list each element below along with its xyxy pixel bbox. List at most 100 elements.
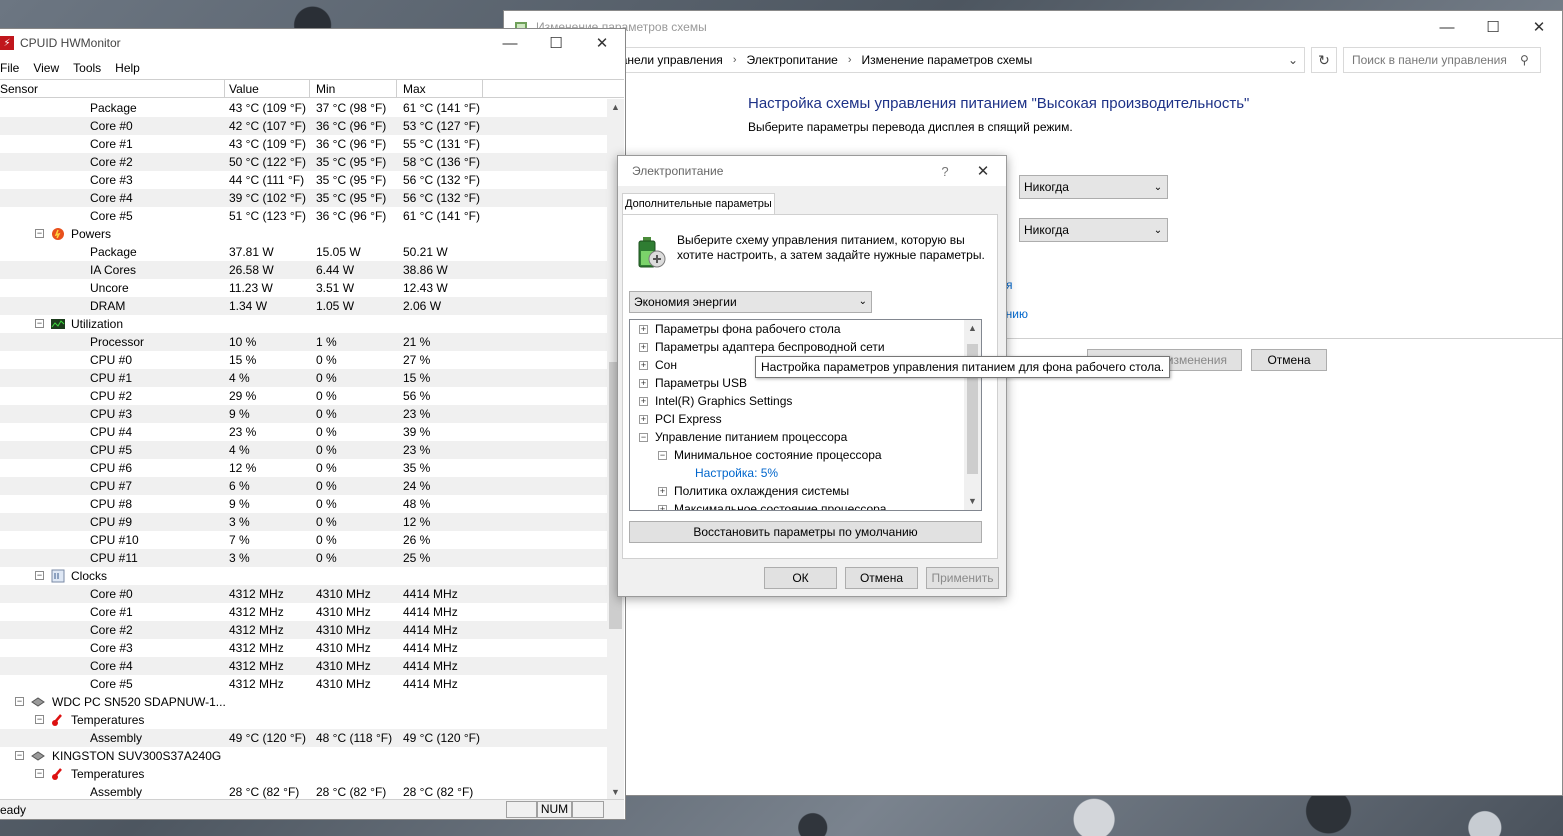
settings-tree-item[interactable]: + PCI Express [630,410,981,428]
sensor-row[interactable]: IA Cores 26.58 W 6.44 W 38.86 W [0,261,607,279]
sensor-row[interactable]: Assembly 49 °C (120 °F) 48 °C (118 °F) 49 °… [0,729,607,747]
expand-icon[interactable]: + [639,379,648,388]
settings-tree-item[interactable]: + Параметры фона рабочего стола [630,320,981,338]
settings-tree-item[interactable]: + Intel(R) Graphics Settings [630,392,981,410]
column-divider[interactable] [482,80,483,98]
search-icon[interactable]: ⚲ [1520,53,1540,67]
collapse-icon[interactable]: − [35,715,44,724]
sensor-row[interactable]: DRAM 1.34 W 1.05 W 2.06 W [0,297,607,315]
sensor-row[interactable]: CPU #3 9 % 0 % 23 % [0,405,607,423]
sensor-row[interactable]: Package 37.81 W 15.05 W 50.21 W [0,243,607,261]
menu-help[interactable]: Help [115,61,140,75]
sensor-row[interactable]: CPU #10 7 % 0 % 26 % [0,531,607,549]
collapse-icon[interactable]: − [35,769,44,778]
collapse-icon[interactable]: − [35,571,44,580]
expand-icon[interactable]: + [639,325,648,334]
address-bar[interactable]: « Все элементы панели управления › Элект… [510,47,1305,73]
sensor-row[interactable]: Package 43 °C (109 °F) 37 °C (98 °F) 61 °C … [0,99,607,117]
sensor-group-row[interactable]: − KINGSTON SUV300S37A240G [0,747,607,765]
scroll-up-icon[interactable]: ▲ [964,320,981,337]
sensor-row[interactable]: Core #2 50 °C (122 °F) 35 °C (95 °F) 58 °C … [0,153,607,171]
sensor-row[interactable]: CPU #5 4 % 0 % 23 % [0,441,607,459]
sensor-row[interactable]: Core #2 4312 MHz 4310 MHz 4414 MHz [0,621,607,639]
expand-icon[interactable]: + [639,343,648,352]
column-divider[interactable] [309,80,310,98]
tab-advanced-settings[interactable]: Дополнительные параметры [622,193,775,215]
sensor-row[interactable]: Core #5 51 °C (123 °F) 36 °C (96 °F) 61 °C … [0,207,607,225]
expand-icon[interactable]: + [639,415,648,424]
close-button[interactable]: ✕ [579,27,625,59]
sensor-row[interactable]: Core #3 44 °C (111 °F) 35 °C (95 °F) 56 °C … [0,171,607,189]
settings-tree-item[interactable]: − Управление питанием процессора [630,428,981,446]
close-button[interactable]: ✕ [960,162,1006,180]
display-off-select[interactable]: Никогда ⌄ [1019,175,1168,199]
sensor-row[interactable]: Processor 10 % 1 % 21 % [0,333,607,351]
column-divider[interactable] [224,80,225,98]
sensor-group-row[interactable]: − Temperatures [0,711,607,729]
collapse-icon[interactable]: − [35,229,44,238]
sensor-row[interactable]: Core #3 4312 MHz 4310 MHz 4414 MHz [0,639,607,657]
settings-tree-scrollbar[interactable]: ▲ ▼ [964,320,981,510]
column-value[interactable]: Value [229,82,259,97]
close-button[interactable]: ✕ [1516,11,1562,43]
refresh-icon[interactable]: ↻ [1311,47,1337,73]
menu-file[interactable]: File [0,61,19,75]
maximize-button[interactable]: ☐ [1470,11,1516,43]
cancel-button[interactable]: Отмена [1251,349,1327,371]
sensor-tree[interactable]: Package 43 °C (109 °F) 37 °C (98 °F) 61 °C … [0,99,607,801]
sensor-row[interactable]: CPU #7 6 % 0 % 24 % [0,477,607,495]
settings-tree-item[interactable]: + Максимальное состояние процессора [630,500,981,510]
column-min[interactable]: Min [316,82,335,97]
sensor-row[interactable]: Core #0 42 °C (107 °F) 36 °C (96 °F) 53 °C … [0,117,607,135]
sensor-row[interactable]: Core #1 43 °C (109 °F) 36 °C (96 °F) 55 °C … [0,135,607,153]
sensor-row[interactable]: Core #0 4312 MHz 4310 MHz 4414 MHz [0,585,607,603]
cancel-button[interactable]: Отмена [845,567,918,589]
sensor-row[interactable]: CPU #0 15 % 0 % 27 % [0,351,607,369]
settings-tree-item[interactable]: − Минимальное состояние процессора [630,446,981,464]
settings-tree-item[interactable]: Настройка: 5% [630,464,981,482]
power-dialog-titlebar[interactable]: Электропитание ? ✕ [618,156,1006,186]
sensor-row[interactable]: CPU #1 4 % 0 % 15 % [0,369,607,387]
maximize-button[interactable]: ☐ [533,27,579,59]
sensor-row[interactable]: Core #1 4312 MHz 4310 MHz 4414 MHz [0,603,607,621]
collapse-icon[interactable]: − [15,697,24,706]
sensor-group-row[interactable]: − Clocks [0,567,607,585]
sleep-select[interactable]: Никогда ⌄ [1019,218,1168,242]
chevron-down-icon[interactable]: ⌄ [1282,53,1304,67]
expand-icon[interactable]: + [658,505,667,510]
sensor-row[interactable]: CPU #2 29 % 0 % 56 % [0,387,607,405]
collapse-icon[interactable]: − [15,751,24,760]
ok-button[interactable]: ОК [764,567,837,589]
scroll-up-icon[interactable]: ▲ [607,99,624,116]
collapse-icon[interactable]: − [658,451,667,460]
expand-icon[interactable]: + [639,361,648,370]
sensor-row[interactable]: CPU #11 3 % 0 % 25 % [0,549,607,567]
minimize-button[interactable]: — [1424,11,1470,43]
breadcrumb-item[interactable]: Изменение параметров схемы [862,53,1033,67]
minimize-button[interactable]: — [487,27,533,59]
menu-view[interactable]: View [33,61,59,75]
restore-defaults-button[interactable]: Восстановить параметры по умолчанию [629,521,982,543]
sensor-row[interactable]: Core #4 39 °C (102 °F) 35 °C (95 °F) 56 °C … [0,189,607,207]
power-scheme-select[interactable]: Экономия энергии ⌄ [629,291,872,313]
hwmonitor-titlebar[interactable]: ⚡ CPUID HWMonitor — ☐ ✕ [0,29,625,57]
settings-tree-item[interactable]: + Параметры адаптера беспроводной сети [630,338,981,356]
collapse-icon[interactable]: − [639,433,648,442]
help-icon[interactable]: ? [930,164,960,179]
sensor-row[interactable]: CPU #9 3 % 0 % 12 % [0,513,607,531]
sensor-row[interactable]: Uncore 11.23 W 3.51 W 12.43 W [0,279,607,297]
sensor-group-row[interactable]: − Temperatures [0,765,607,783]
collapse-icon[interactable]: − [35,319,44,328]
scroll-down-icon[interactable]: ▼ [964,493,981,510]
control-panel-titlebar[interactable]: Изменение параметров схемы — ☐ ✕ [504,11,1562,43]
sensor-group-row[interactable]: − Utilization [0,315,607,333]
sensor-row[interactable]: Core #4 4312 MHz 4310 MHz 4414 MHz [0,657,607,675]
settings-tree[interactable]: + Параметры фона рабочего стола + Параметры… [629,319,982,511]
sensor-row[interactable]: CPU #6 12 % 0 % 35 % [0,459,607,477]
sensor-group-row[interactable]: − WDC PC SN520 SDAPNUW-1... [0,693,607,711]
column-sensor[interactable]: Sensor [0,82,38,97]
sensor-row[interactable]: CPU #4 23 % 0 % 39 % [0,423,607,441]
sensor-row[interactable]: CPU #8 9 % 0 % 48 % [0,495,607,513]
setting-value-link[interactable]: Настройка: 5% [695,464,778,482]
settings-tree-item[interactable]: + Политика охлаждения системы [630,482,981,500]
